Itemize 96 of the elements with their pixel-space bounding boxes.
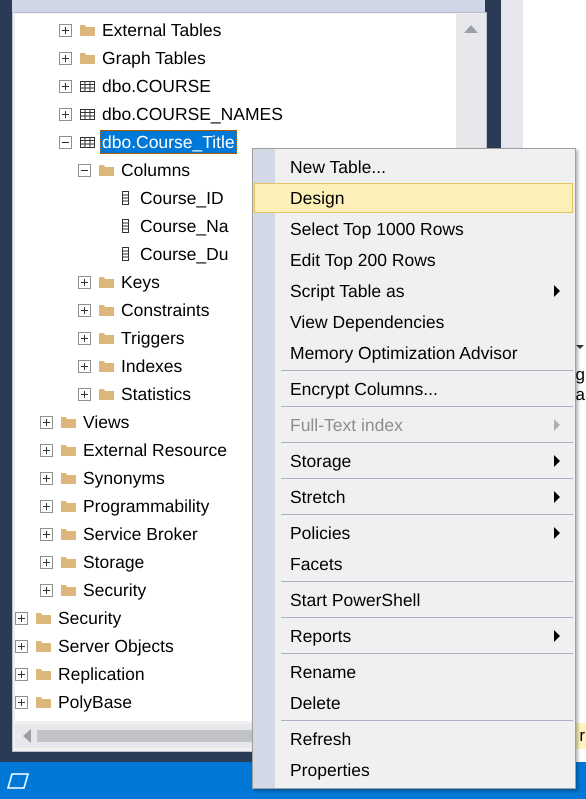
expand-icon[interactable]: [78, 388, 91, 400]
menu-item[interactable]: View Dependencies: [254, 307, 573, 337]
tree-item[interactable]: External Tables: [100, 18, 224, 42]
tree-item[interactable]: Triggers: [119, 326, 187, 350]
expand-icon[interactable]: [40, 556, 53, 568]
menu-item[interactable]: Reports: [254, 621, 573, 651]
tree-item[interactable]: Indexes: [119, 354, 184, 378]
collapse-icon[interactable]: [78, 164, 91, 176]
tree-item[interactable]: Course_ID: [138, 186, 226, 210]
tree-item[interactable]: Server Objects: [56, 634, 176, 658]
expand-icon[interactable]: [40, 528, 53, 540]
expand-icon[interactable]: [78, 360, 91, 372]
collapse-icon[interactable]: [59, 136, 72, 148]
expand-icon[interactable]: [40, 472, 53, 484]
submenu-arrow-icon: [554, 630, 560, 642]
folder-icon: [60, 554, 77, 570]
tree-item[interactable]: Columns: [119, 158, 192, 182]
folder-icon: [98, 274, 115, 290]
submenu-arrow-icon: [554, 419, 560, 431]
folder-icon: [98, 358, 115, 374]
expand-icon[interactable]: [40, 416, 53, 428]
expand-icon[interactable]: [15, 640, 28, 652]
tree-item[interactable]: Security: [81, 578, 148, 602]
expand-icon[interactable]: [40, 584, 53, 596]
tree-item[interactable]: Statistics: [119, 382, 194, 406]
tree-item[interactable]: External Resource: [81, 438, 229, 462]
dropdown-icon[interactable]: [576, 345, 584, 349]
tree-item[interactable]: Graph Tables: [100, 46, 208, 70]
expand-icon[interactable]: [40, 444, 53, 456]
expand-icon[interactable]: [59, 24, 72, 36]
menu-item[interactable]: Rename: [254, 657, 573, 687]
folder-icon: [35, 694, 52, 710]
table-icon: [79, 134, 96, 150]
folder-icon: [79, 22, 96, 38]
folder-icon: [60, 526, 77, 542]
menu-item[interactable]: Encrypt Columns...: [254, 374, 573, 404]
tree-item[interactable]: dbo.COURSE_NAMES: [100, 102, 285, 126]
expand-icon[interactable]: [15, 696, 28, 708]
menu-item[interactable]: Script Table as: [254, 276, 573, 306]
menu-item[interactable]: Start PowerShell: [254, 585, 573, 615]
folder-icon: [98, 330, 115, 346]
panel-text: g: [574, 365, 586, 385]
menu-item[interactable]: Stretch: [254, 482, 573, 512]
tree-item[interactable]: Course_Na: [138, 214, 231, 238]
menu-item[interactable]: Storage: [254, 446, 573, 476]
tree-item[interactable]: Security: [56, 606, 124, 630]
tree-item[interactable]: dbo.COURSE: [100, 74, 213, 98]
folder-icon: [35, 610, 52, 626]
expand-icon[interactable]: [59, 108, 72, 120]
menu-item[interactable]: Edit Top 200 Rows: [254, 245, 573, 275]
tree-item[interactable]: Constraints: [119, 298, 212, 322]
tree-item[interactable]: Programmability: [81, 494, 212, 518]
folder-icon: [60, 442, 77, 458]
folder-icon: [98, 386, 115, 402]
menu-item[interactable]: Facets: [254, 549, 573, 579]
folder-icon: [98, 162, 115, 178]
folder-icon: [98, 302, 115, 318]
table-icon: [79, 78, 96, 94]
folder-icon: [60, 470, 77, 486]
folder-icon: [35, 666, 52, 682]
folder-icon: [35, 638, 52, 654]
expand-icon[interactable]: [40, 500, 53, 512]
tree-item[interactable]: Service Broker: [81, 522, 200, 546]
submenu-arrow-icon: [554, 491, 560, 503]
expand-icon[interactable]: [15, 668, 28, 680]
menu-item[interactable]: Select Top 1000 Rows: [254, 214, 573, 244]
submenu-arrow-icon: [554, 285, 560, 297]
tablet-mode-icon[interactable]: [7, 772, 29, 788]
menu-item[interactable]: Properties: [254, 755, 573, 785]
menu-item[interactable]: Delete: [254, 688, 573, 718]
menu-item[interactable]: Memory Optimization Advisor: [254, 338, 573, 368]
tree-item[interactable]: PolyBase: [56, 690, 134, 714]
expand-icon[interactable]: [59, 80, 72, 92]
folder-icon: [60, 498, 77, 514]
tree-item[interactable]: Keys: [119, 270, 162, 294]
tree-item[interactable]: Synonyms: [81, 466, 167, 490]
expand-icon[interactable]: [78, 332, 91, 344]
menu-item[interactable]: New Table...: [254, 152, 573, 182]
tree-item[interactable]: Replication: [56, 662, 147, 686]
folder-icon: [60, 414, 77, 430]
menu-item[interactable]: Design: [254, 183, 573, 213]
table-icon: [79, 106, 96, 122]
folder-icon: [60, 582, 77, 598]
expand-icon[interactable]: [59, 52, 72, 64]
expand-icon[interactable]: [78, 304, 91, 316]
submenu-arrow-icon: [554, 527, 560, 539]
tree-item[interactable]: Storage: [81, 550, 146, 574]
tree-item[interactable]: Views: [81, 410, 132, 434]
expand-icon[interactable]: [15, 612, 28, 624]
tree-item[interactable]: dbo.Course_Title: [100, 130, 237, 154]
tree-item[interactable]: Course_Du: [138, 242, 231, 266]
panel-text: a: [574, 385, 586, 405]
menu-item[interactable]: Policies: [254, 518, 573, 548]
submenu-arrow-icon: [554, 455, 560, 467]
folder-icon: [79, 50, 96, 66]
expand-icon[interactable]: [78, 276, 91, 288]
